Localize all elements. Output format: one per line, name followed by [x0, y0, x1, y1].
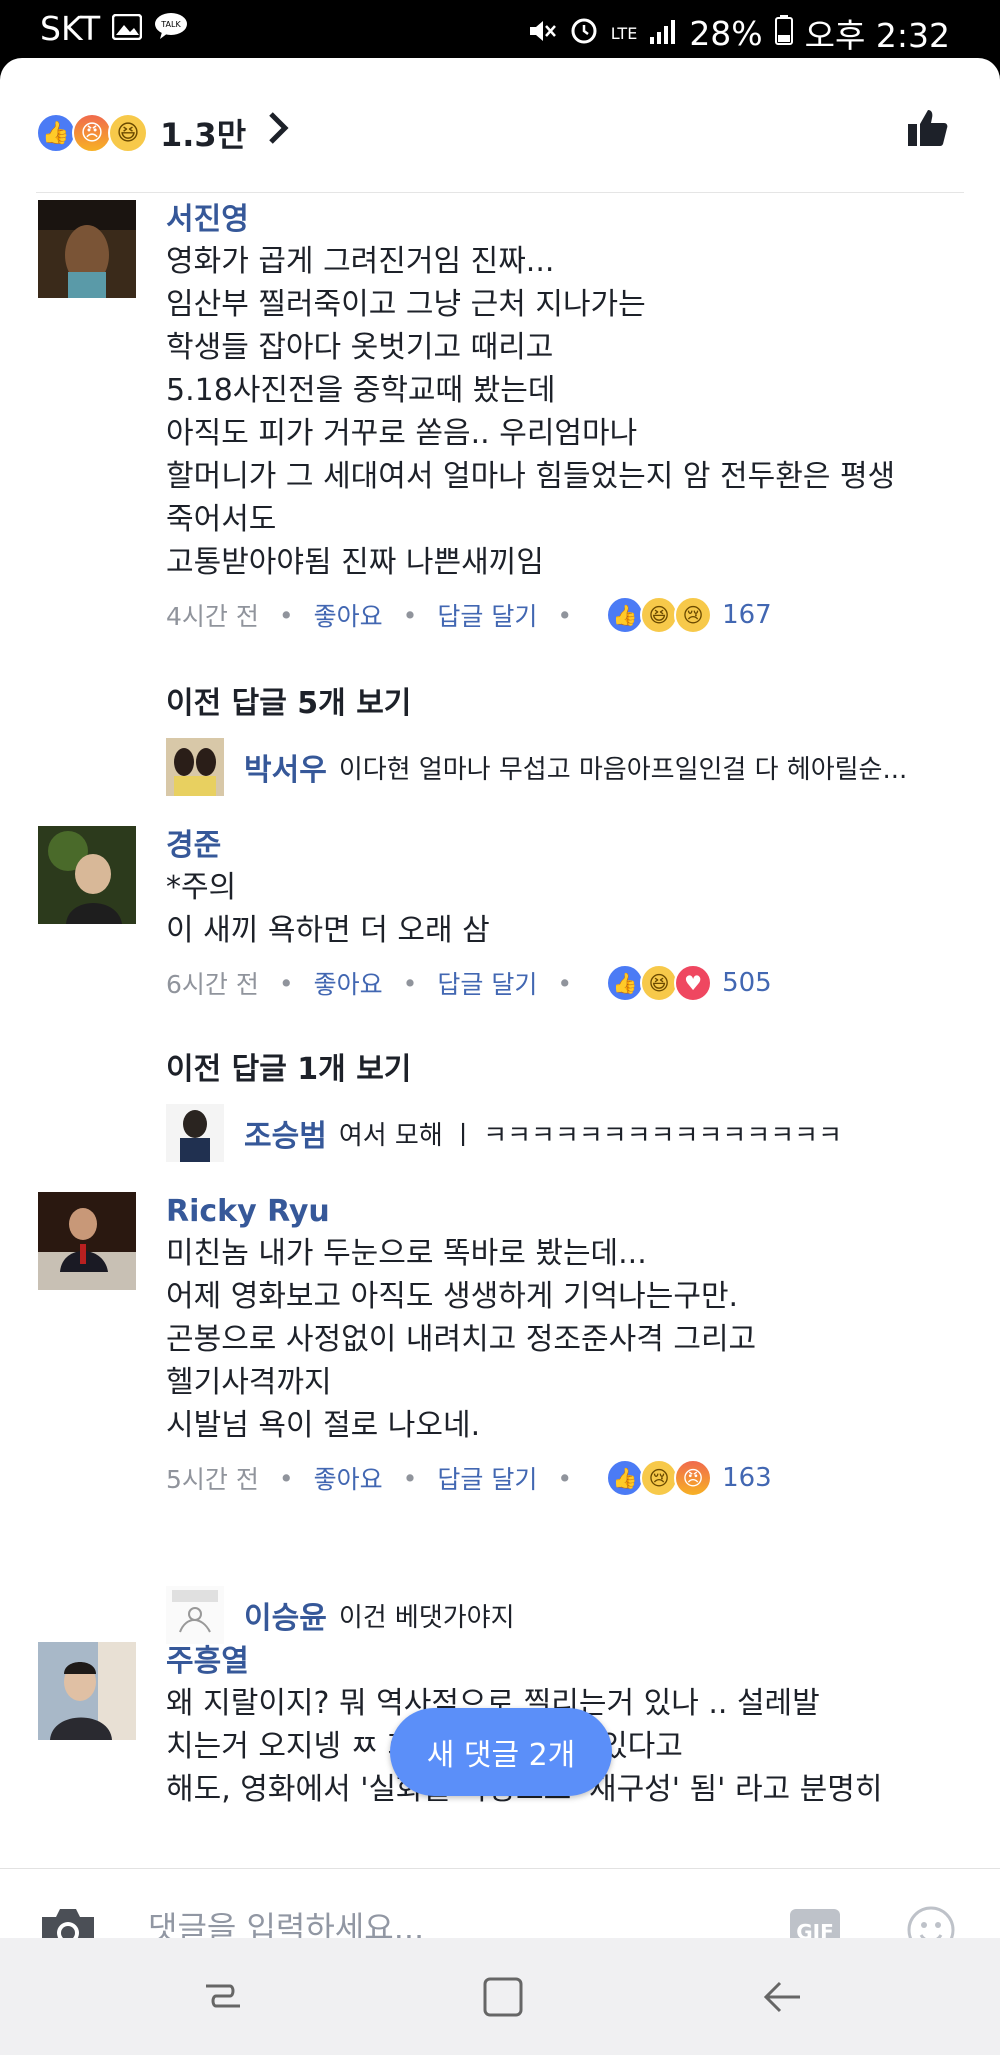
comment-text: *주의 이 새끼 욕하면 더 오래 삼 — [166, 870, 490, 948]
reply-text: 이건 베댓가야지 — [338, 1602, 515, 1633]
comment-input[interactable]: 댓글을 입력하세요... — [148, 1903, 424, 1938]
comment-like-button[interactable]: 좋아요 — [314, 1460, 383, 1496]
reaction-count: 505 — [722, 968, 772, 998]
battery-percent: 28% — [689, 13, 763, 53]
comment-meta: 4시간 전 • 좋아요 • 답글 달기 • 👍 😆 😢 167 — [166, 592, 966, 638]
emoji-button[interactable] — [906, 1905, 956, 1938]
reply-item: 박서우 이다현 얼마나 무섭고 마음아프일인걸 다 헤아릴순... — [166, 738, 907, 796]
like-reaction-icon: 👍 — [36, 113, 76, 153]
new-comments-button[interactable]: 새 댓글 2개 — [390, 1708, 612, 1796]
commenter-name[interactable]: 서진영 — [166, 200, 966, 240]
separator-dot: • — [278, 600, 294, 630]
recent-apps-icon[interactable] — [200, 1974, 246, 2020]
talk-icon: TALK — [154, 9, 188, 48]
reply-text: 이다현 얼마나 무섭고 마음아프일인걸 다 헤아릴순... — [338, 754, 908, 785]
haha-reaction-icon: 😆 — [640, 596, 679, 634]
comment-time: 4시간 전 — [166, 602, 259, 631]
svg-text:TALK: TALK — [160, 20, 181, 29]
sad-reaction-icon: 😢 — [640, 1459, 679, 1497]
lte-label: LTE — [610, 23, 638, 43]
header-divider — [36, 192, 964, 193]
avatar[interactable] — [166, 1104, 224, 1162]
system-nav-bar — [0, 1938, 1000, 2055]
reaction-count: 163 — [722, 1463, 772, 1493]
separator-dot: • — [557, 600, 573, 630]
home-icon[interactable] — [480, 1974, 526, 2020]
comment-like-button[interactable]: 좋아요 — [314, 965, 383, 1001]
thumbs-up-icon — [908, 110, 948, 146]
replier-name[interactable]: 조승범 — [244, 1111, 327, 1155]
view-previous-replies[interactable]: 이전 답글 1개 보기 — [166, 1044, 411, 1088]
reaction-count: 1.3만 — [160, 116, 247, 154]
comment-composer: 댓글을 입력하세요... GIF — [0, 1868, 1000, 1938]
separator-dot: • — [557, 968, 573, 998]
clock: 오후 2:32 — [804, 16, 950, 55]
replier-name[interactable]: 이승윤 — [244, 1593, 327, 1637]
haha-reaction-icon: 😆 — [640, 964, 679, 1002]
avatar[interactable] — [38, 1192, 136, 1290]
alarm-icon — [569, 14, 599, 53]
avatar[interactable] — [166, 1586, 224, 1644]
haha-reaction-icon: 😆 — [108, 113, 148, 153]
battery-icon — [774, 14, 793, 53]
comment-reactions[interactable]: 👍 😢 😠 163 — [606, 1459, 772, 1497]
back-icon[interactable] — [760, 1974, 806, 2020]
sad-reaction-icon: 😢 — [674, 596, 713, 634]
angry-reaction-icon: 😠 — [674, 1459, 713, 1497]
reply-item: 조승범 여서 모해 ㅣ ㅋㅋㅋㅋㅋㅋㅋㅋㅋㅋㅋㅋㅋㅋㅋ — [166, 1104, 842, 1162]
commenter-name[interactable]: Ricky Ryu — [166, 1192, 966, 1232]
comment-meta: 6시간 전 • 좋아요 • 답글 달기 • 👍 😆 ♥ 505 — [166, 960, 966, 1006]
reactions-header[interactable]: 👍 😠 😆 1.3만 — [0, 58, 1000, 193]
view-previous-replies[interactable]: 이전 답글 5개 보기 — [166, 678, 411, 722]
like-button[interactable] — [906, 106, 950, 150]
separator-dot: • — [278, 968, 294, 998]
commenter-name[interactable]: 주흥열 — [166, 1642, 966, 1682]
separator-dot: • — [402, 1463, 418, 1493]
avatar[interactable] — [38, 200, 136, 298]
comment-reactions[interactable]: 👍 😆 ♥ 505 — [606, 964, 772, 1002]
comment-text: 영화가 곱게 그려진거임 진짜... 임산부 찔러죽이고 그냥 근처 지나가는 … — [166, 244, 896, 580]
reaction-count: 167 — [722, 600, 772, 630]
reaction-summary[interactable]: 👍 😠 😆 1.3만 — [36, 110, 290, 156]
carrier-label: SKT — [40, 9, 101, 48]
replier-name[interactable]: 박서우 — [244, 745, 327, 789]
gallery-icon — [111, 9, 143, 48]
reply-text: 여서 모해 ㅣ ㅋㅋㅋㅋㅋㅋㅋㅋㅋㅋㅋㅋㅋㅋㅋ — [338, 1120, 843, 1151]
reply-item: 이승윤 이건 베댓가야지 — [166, 1586, 515, 1644]
camera-button[interactable] — [38, 1905, 98, 1938]
comment-reactions[interactable]: 👍 😆 😢 167 — [606, 596, 772, 634]
mute-icon — [527, 14, 557, 53]
signal-icon — [649, 14, 677, 53]
avatar[interactable] — [38, 826, 136, 924]
status-bar: SKT TALK LTE 28% 오후 2:32 — [0, 0, 1000, 58]
separator-dot: • — [402, 968, 418, 998]
comment-text: 미친놈 내가 두눈으로 똑바로 봤는데... 어제 영화보고 아직도 생생하게 … — [166, 1236, 757, 1443]
angry-reaction-icon: 😠 — [72, 113, 112, 153]
avatar[interactable] — [38, 1642, 136, 1740]
separator-dot: • — [402, 600, 418, 630]
separator-dot: • — [557, 1463, 573, 1493]
comment-like-button[interactable]: 좋아요 — [314, 597, 383, 633]
like-reaction-icon: 👍 — [606, 964, 645, 1002]
smiley-icon — [907, 1906, 955, 1938]
like-reaction-icon: 👍 — [606, 1459, 645, 1497]
comment-reply-button[interactable]: 답글 달기 — [437, 597, 537, 633]
like-reaction-icon: 👍 — [606, 596, 645, 634]
comment-time: 5시간 전 — [166, 1465, 259, 1494]
chevron-right-icon[interactable] — [266, 110, 290, 156]
love-reaction-icon: ♥ — [674, 964, 713, 1002]
comment-time: 6시간 전 — [166, 970, 259, 999]
avatar[interactable] — [166, 738, 224, 796]
comments-sheet: 👍 😠 😆 1.3만 서진영 영화가 곱게 그려진거임 진짜... 임산부 찔러… — [0, 58, 1000, 1938]
comment-reply-button[interactable]: 답글 달기 — [437, 965, 537, 1001]
commenter-name[interactable]: 경준 — [166, 826, 966, 866]
camera-icon — [42, 1909, 94, 1938]
gif-button[interactable]: GIF — [790, 1909, 840, 1938]
separator-dot: • — [278, 1463, 294, 1493]
comment-reply-button[interactable]: 답글 달기 — [437, 1460, 537, 1496]
comment-meta: 5시간 전 • 좋아요 • 답글 달기 • 👍 😢 😠 163 — [166, 1455, 966, 1501]
